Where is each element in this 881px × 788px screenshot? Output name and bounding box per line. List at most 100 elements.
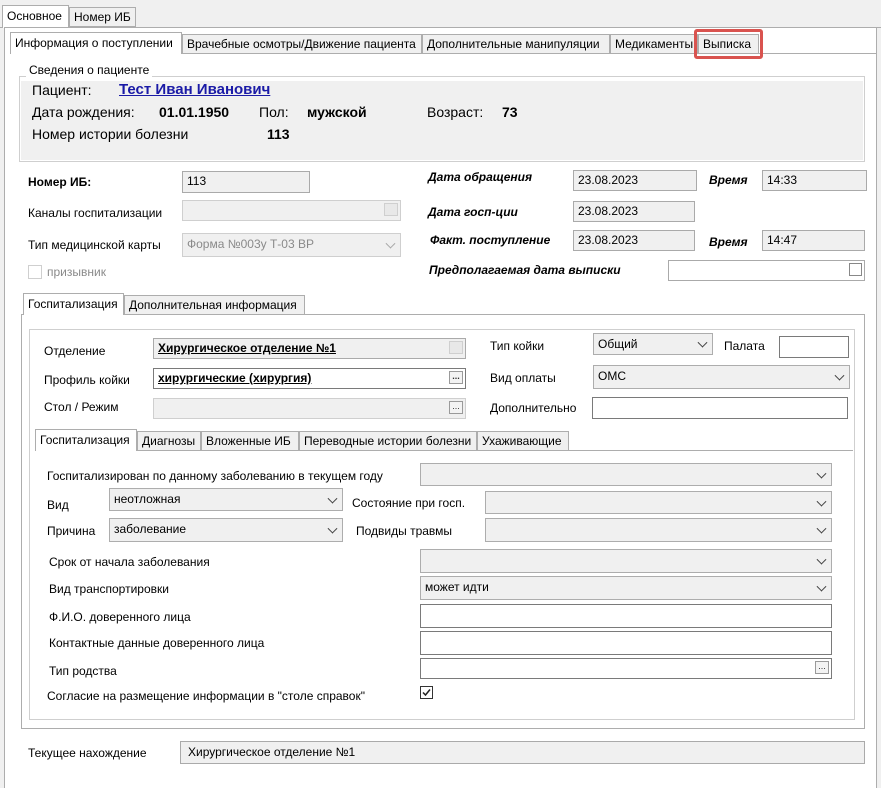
fact-arrival-date-field[interactable]: 23.08.2023 xyxy=(573,230,695,251)
visit-time-field[interactable]: 14:33 xyxy=(762,170,867,191)
bed-profile-label: Профиль койки xyxy=(44,373,130,387)
chevron-down-icon xyxy=(816,581,827,592)
visit-time-label: Время xyxy=(709,173,748,187)
patient-label: Пациент: xyxy=(32,82,92,98)
chevron-down-icon xyxy=(816,496,827,507)
payment-type-value: ОМС xyxy=(598,369,626,383)
ib-number-field[interactable]: 113 xyxy=(182,171,310,193)
history-value: 113 xyxy=(267,126,290,142)
bed-profile-field[interactable]: хирургические (хирургия) ... xyxy=(153,368,466,389)
term-label: Срок от начала заболевания xyxy=(49,555,210,569)
age-value: 73 xyxy=(502,104,518,120)
tab-additional-info[interactable]: Дополнительная информация xyxy=(124,295,305,315)
visit-date-field[interactable]: 23.08.2023 xyxy=(573,170,697,191)
bed-type-select[interactable]: Общий xyxy=(593,333,713,355)
dept-browse-button[interactable] xyxy=(449,341,463,354)
expected-discharge-label: Предполагаемая дата выписки xyxy=(429,263,621,277)
subtab-diagnoses[interactable]: Диагнозы xyxy=(137,431,201,451)
term-select[interactable] xyxy=(420,549,832,573)
calendar-checkbox-icon[interactable] xyxy=(849,263,862,276)
tab-medications[interactable]: Медикаменты xyxy=(610,34,698,54)
consent-checkbox[interactable] xyxy=(420,686,433,699)
table-mode-field[interactable]: ... xyxy=(153,398,466,419)
sex-value: мужской xyxy=(307,104,367,120)
chevron-down-icon xyxy=(816,554,827,565)
relation-field[interactable]: ... xyxy=(420,658,832,679)
ib-number-label: Номер ИБ: xyxy=(28,175,92,189)
kind-select[interactable]: неотложная xyxy=(109,488,343,511)
transport-label: Вид транспортировки xyxy=(49,582,169,596)
this-year-select[interactable] xyxy=(420,463,832,486)
relation-label: Тип родства xyxy=(49,664,117,678)
chevron-down-icon xyxy=(697,337,708,348)
payment-type-select[interactable]: ОМС xyxy=(593,365,850,389)
reason-select[interactable]: заболевание xyxy=(109,518,343,542)
tab-hospitalization[interactable]: Госпитализация xyxy=(23,293,124,315)
state-label: Состояние при госп. xyxy=(352,496,466,510)
chevron-down-icon xyxy=(816,523,827,534)
hosp-date-field[interactable]: 23.08.2023 xyxy=(573,201,695,222)
tab-main[interactable]: Основное xyxy=(2,5,69,28)
transport-select[interactable]: может идти xyxy=(420,576,832,600)
additional-label: Дополнительно xyxy=(490,401,577,415)
fact-arrival-label: Факт. поступление xyxy=(430,233,551,247)
dob-value: 01.01.1950 xyxy=(159,104,230,120)
state-select[interactable] xyxy=(485,491,832,514)
age-label: Возраст: xyxy=(427,104,484,120)
table-mode-browse-button[interactable]: ... xyxy=(449,401,463,414)
hosp-date-label: Дата госп-ции xyxy=(428,205,518,219)
card-type-label: Тип медицинской карты xyxy=(28,238,161,252)
tab-extra-procedures[interactable]: Дополнительные манипуляции xyxy=(422,34,610,54)
channels-browse-button[interactable] xyxy=(384,203,398,216)
fact-time-label: Время xyxy=(709,235,748,249)
bed-profile-value: хирургические (хирургия) xyxy=(158,371,312,385)
discharge-tab-highlight xyxy=(694,29,763,59)
history-label: Номер истории болезни xyxy=(32,126,189,142)
subtab-caregivers[interactable]: Ухаживающие xyxy=(477,431,569,451)
dept-value: Хирургическое отделение №1 xyxy=(158,341,336,355)
tab-doctor-exams[interactable]: Врачебные осмотры/Движение пациента xyxy=(182,34,422,54)
visit-date-label: Дата обращения xyxy=(428,170,533,184)
kind-value: неотложная xyxy=(114,492,181,506)
bed-profile-browse-button[interactable]: ... xyxy=(449,371,463,384)
card-type-select[interactable]: Форма №003у Т-03 ВР xyxy=(182,233,401,257)
additional-field[interactable] xyxy=(592,397,848,419)
channels-label: Каналы госпитализации xyxy=(28,206,163,220)
trustee-contacts-field[interactable] xyxy=(420,631,832,655)
card-type-value: Форма №003у Т-03 ВР xyxy=(187,237,314,251)
trauma-label: Подвиды травмы xyxy=(356,524,453,538)
fact-time-field[interactable]: 14:47 xyxy=(762,230,865,251)
tab-ib-number[interactable]: Номер ИБ xyxy=(69,7,136,27)
current-location-label: Текущее нахождение xyxy=(28,746,147,760)
chevron-down-icon xyxy=(834,370,845,381)
trauma-select[interactable] xyxy=(485,518,832,542)
kind-label: Вид xyxy=(47,498,69,512)
trustee-contacts-label: Контактные данные доверенного лица xyxy=(49,636,265,650)
bed-type-label: Тип койки xyxy=(490,339,545,353)
chevron-down-icon xyxy=(327,493,338,504)
dept-label: Отделение xyxy=(44,344,106,358)
reason-label: Причина xyxy=(47,524,96,538)
trustee-field[interactable] xyxy=(420,604,832,628)
conscript-checkbox[interactable] xyxy=(28,265,42,279)
ward-field[interactable] xyxy=(779,336,849,358)
dept-field[interactable]: Хирургическое отделение №1 xyxy=(153,338,466,359)
subtab-nested-ib[interactable]: Вложенные ИБ xyxy=(201,431,299,451)
channels-field[interactable] xyxy=(182,200,401,221)
patient-name-link[interactable]: Тест Иван Иванович xyxy=(119,81,270,98)
sex-label: Пол: xyxy=(259,104,289,120)
subtab-hospitalization[interactable]: Госпитализация xyxy=(35,429,137,451)
trustee-label: Ф.И.О. доверенного лица xyxy=(49,610,191,624)
tab-admission-info[interactable]: Информация о поступлении xyxy=(10,32,182,54)
current-location-field[interactable]: Хирургическое отделение №1 xyxy=(180,741,865,764)
consent-label: Согласие на размещение информации в "сто… xyxy=(47,689,365,703)
reason-value: заболевание xyxy=(114,522,187,536)
relation-browse-button[interactable]: ... xyxy=(815,661,829,674)
this-year-label: Госпитализирован по данному заболеванию … xyxy=(47,469,383,483)
subtab-transfer-histories[interactable]: Переводные истории болезни xyxy=(299,431,477,451)
dob-label: Дата рождения: xyxy=(32,104,135,120)
ward-label: Палата xyxy=(724,339,765,353)
chevron-down-icon xyxy=(327,523,338,534)
expected-discharge-field[interactable] xyxy=(668,260,865,281)
chevron-down-icon xyxy=(385,238,396,249)
